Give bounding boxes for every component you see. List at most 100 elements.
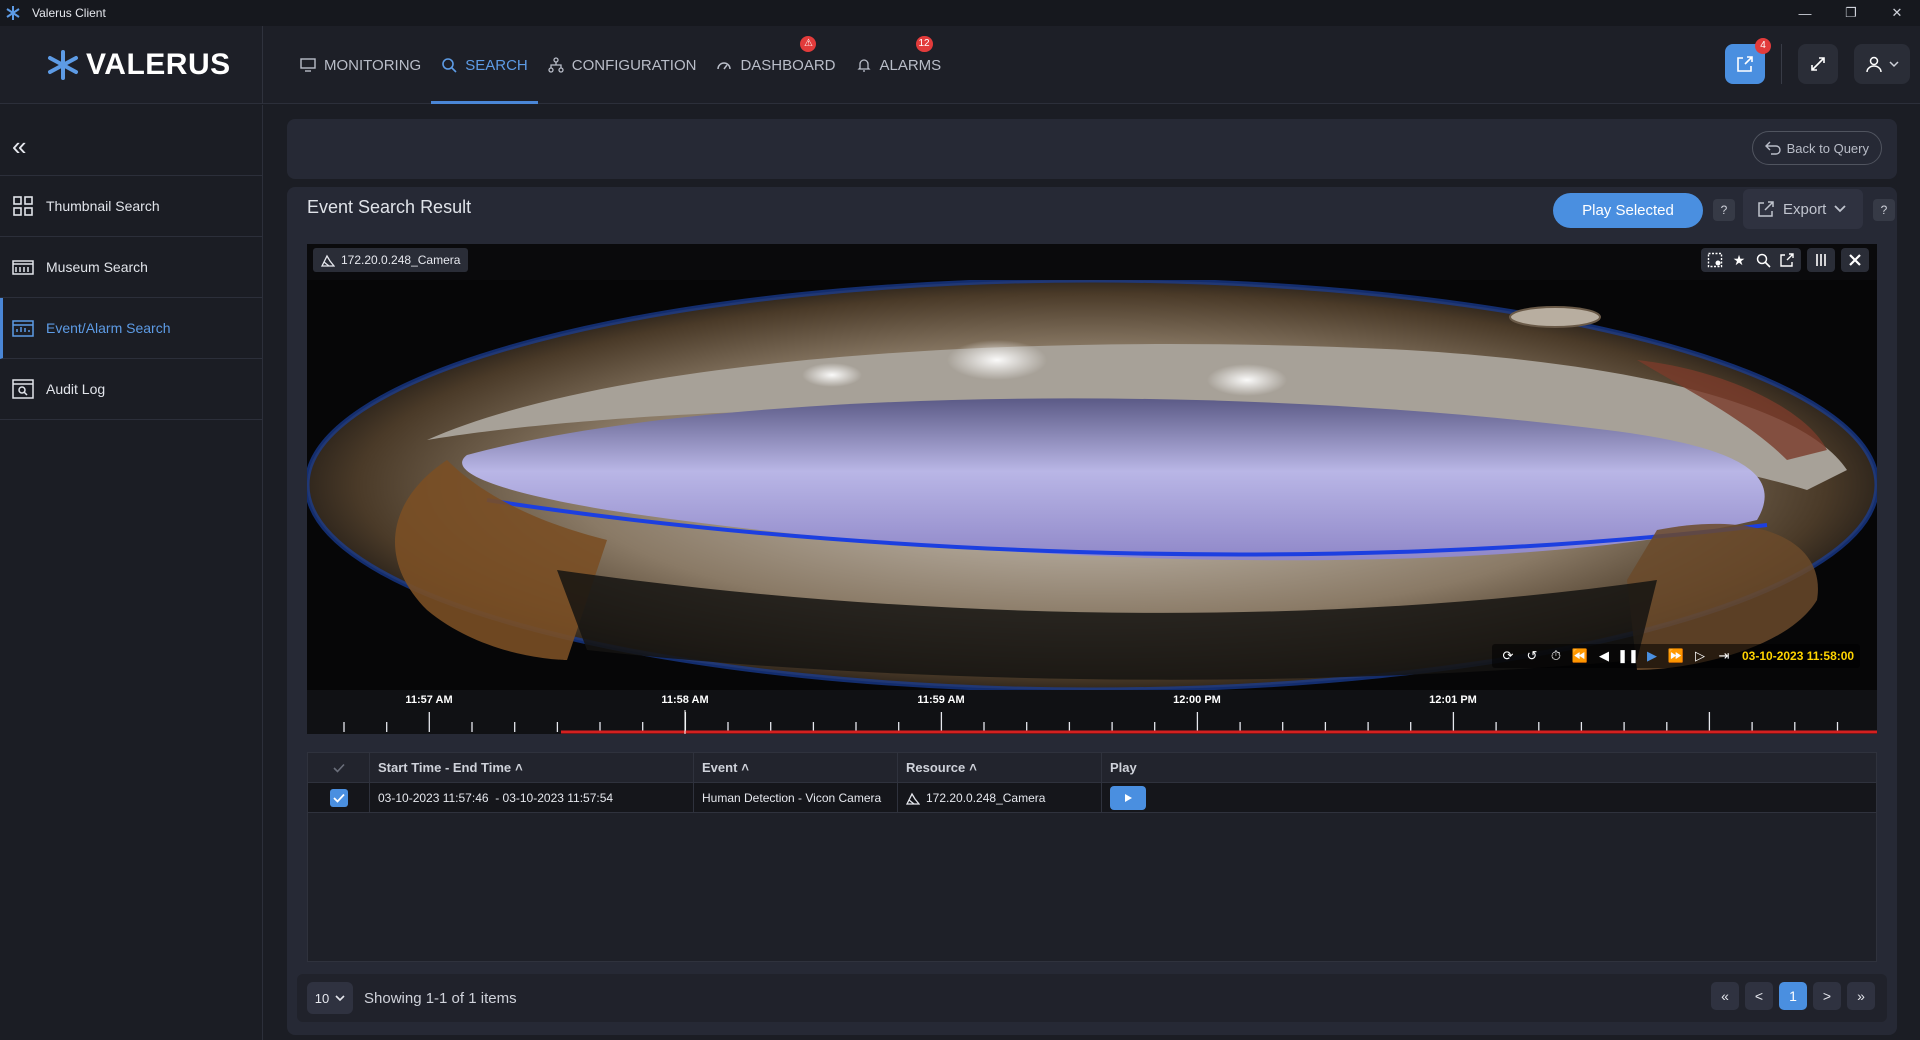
search-icon [442, 58, 457, 73]
sidebar-item-museum-search[interactable]: Museum Search [0, 237, 262, 298]
brand-logo: VALERUS [46, 48, 231, 82]
network-icon [548, 57, 564, 73]
fast-rewind-icon[interactable]: ⏪ [1570, 647, 1590, 665]
timeline[interactable]: 11:57 AM 11:58 AM 11:59 AM 12:00 PM 12:0… [307, 690, 1877, 734]
loop-icon[interactable]: ↺ [1522, 647, 1542, 665]
valerus-logo-icon [48, 50, 78, 80]
sidebar-item-label: Museum Search [46, 259, 148, 275]
sidebar-item-event-alarm-search[interactable]: Event/Alarm Search [0, 298, 262, 359]
sidebar: « Thumbnail Search Museum Search Event/A… [0, 105, 263, 1040]
minimize-icon[interactable]: — [1782, 0, 1828, 26]
header-actions: 4 [1725, 38, 1910, 84]
play-selected-button[interactable]: Play Selected [1553, 193, 1703, 228]
window-titlebar: Valerus Client — ❐ ✕ [0, 0, 1920, 26]
export-button[interactable]: Export [1743, 189, 1863, 229]
table-row[interactable]: 03-10-2023 11:57:46 - 03-10-2023 11:57:5… [308, 783, 1876, 813]
audit-log-icon [12, 379, 34, 399]
nav-monitoring[interactable]: MONITORING [290, 26, 431, 104]
row-checkbox[interactable] [308, 783, 370, 812]
column-header-resource[interactable]: Resource ˄ [898, 753, 1102, 782]
sort-asc-icon: ˄ [969, 760, 977, 775]
go-live-icon[interactable]: ⇥ [1714, 647, 1734, 665]
nav-dashboard[interactable]: ⚠ DASHBOARD [706, 26, 845, 104]
sidebar-item-label: Audit Log [46, 381, 106, 397]
close-icon[interactable]: ✕ [1874, 0, 1920, 26]
row-time: 03-10-2023 11:57:46 - 03-10-2023 11:57:5… [370, 783, 694, 812]
play-help-icon[interactable]: ? [1713, 199, 1735, 221]
page-size-value: 10 [314, 990, 330, 1006]
export-icon [1758, 201, 1774, 217]
select-all-checkbox[interactable] [308, 753, 370, 782]
page-buttons: « < 1 > » [1711, 982, 1875, 1010]
fast-forward-icon[interactable]: ⏩ [1666, 647, 1686, 665]
prev-page-button[interactable]: < [1745, 982, 1773, 1010]
current-page-button[interactable]: 1 [1779, 982, 1807, 1010]
chevron-down-icon [335, 995, 345, 1002]
page-title: Event Search Result [307, 197, 472, 217]
step-back-icon[interactable]: ◀ [1594, 647, 1614, 665]
nav-alarms-label: ALARMS [879, 56, 942, 74]
sync-icon[interactable]: ⟳ [1498, 647, 1518, 665]
back-to-query-label: Back to Query [1786, 140, 1869, 156]
playback-controls: ⟳ ↺ ⏱ ⏪ ◀ ❚❚ ▶ ⏩ ▷ ⇥ 03-10-2023 11:58:00 [1492, 644, 1861, 668]
sidebar-item-thumbnail-search[interactable]: Thumbnail Search [0, 176, 262, 237]
app-logo-icon [0, 0, 26, 26]
bookmark-star-icon[interactable]: ★ [1729, 250, 1749, 270]
first-page-button[interactable]: « [1711, 982, 1739, 1010]
user-icon [1866, 56, 1882, 73]
row-play-button[interactable] [1110, 785, 1146, 810]
camera-icon [321, 254, 335, 267]
column-header-play: Play [1102, 753, 1876, 782]
header-divider [262, 26, 263, 104]
video-toolbar: ★ [1701, 248, 1869, 272]
timer-icon[interactable]: ⏱ [1546, 647, 1566, 665]
snapshot-icon[interactable] [1705, 250, 1725, 270]
row-play-cell [1102, 783, 1876, 812]
pause-icon[interactable]: ❚❚ [1617, 647, 1639, 665]
dashboard-warning-badge: ⚠ [800, 36, 817, 52]
step-forward-icon[interactable]: ▷ [1690, 647, 1710, 665]
video-player[interactable]: 172.20.0.248_Camera ★ ⟳ ↺ ⏱ ⏪ ◀ ❚❚ ▶ ⏩ ▷… [307, 244, 1877, 734]
main-nav: MONITORING SEARCH CONFIGURATION ⚠ DASHBO… [290, 26, 951, 104]
sidebar-item-label: Event/Alarm Search [46, 320, 171, 336]
user-menu-button[interactable] [1854, 44, 1910, 84]
window-title: Valerus Client [32, 6, 106, 20]
camera-name: 172.20.0.248_Camera [341, 253, 461, 267]
timeline-ticks [343, 710, 1877, 734]
last-page-button[interactable]: » [1847, 982, 1875, 1010]
nav-search-label: SEARCH [465, 56, 528, 74]
zoom-icon[interactable] [1753, 250, 1773, 270]
showing-count: Showing 1-1 of 1 items [364, 990, 517, 1007]
nav-configuration[interactable]: CONFIGURATION [538, 26, 707, 104]
row-resource: 172.20.0.248_Camera [898, 783, 1102, 812]
fisheye-video-frame [307, 280, 1877, 690]
columns-icon[interactable] [1811, 250, 1831, 270]
alarms-count-badge: 12 [915, 36, 933, 52]
collapse-sidebar-icon[interactable]: « [12, 133, 38, 161]
sidebar-item-audit-log[interactable]: Audit Log [0, 359, 262, 420]
grid-icon [13, 196, 33, 216]
close-video-icon[interactable] [1845, 250, 1865, 270]
pagination-bar: 10 Showing 1-1 of 1 items « < 1 > » [297, 974, 1887, 1022]
share-clip-icon[interactable] [1777, 250, 1797, 270]
check-icon [332, 763, 345, 773]
chevron-down-icon [1834, 205, 1846, 213]
column-header-event[interactable]: Event ˄ [694, 753, 898, 782]
column-header-label: Play [1110, 760, 1137, 775]
nav-search[interactable]: SEARCH [431, 26, 538, 104]
share-button[interactable]: 4 [1725, 38, 1771, 84]
header-separator [1781, 44, 1782, 84]
export-help-icon[interactable]: ? [1873, 199, 1895, 221]
next-page-button[interactable]: > [1813, 982, 1841, 1010]
table-header-row: Start Time - End Time ˄ Event ˄ Resource… [308, 753, 1876, 783]
restore-icon[interactable]: ❐ [1828, 0, 1874, 26]
nav-monitoring-label: MONITORING [324, 56, 422, 74]
brand-name: VALERUS [86, 48, 231, 81]
back-to-query-button[interactable]: Back to Query [1751, 131, 1882, 165]
fullscreen-button[interactable] [1798, 44, 1838, 84]
column-header-time[interactable]: Start Time - End Time ˄ [370, 753, 694, 782]
export-label: Export [1783, 200, 1827, 218]
play-icon[interactable]: ▶ [1642, 647, 1662, 665]
page-size-select[interactable]: 10 [307, 982, 353, 1014]
nav-alarms[interactable]: 12 ALARMS [846, 26, 952, 104]
